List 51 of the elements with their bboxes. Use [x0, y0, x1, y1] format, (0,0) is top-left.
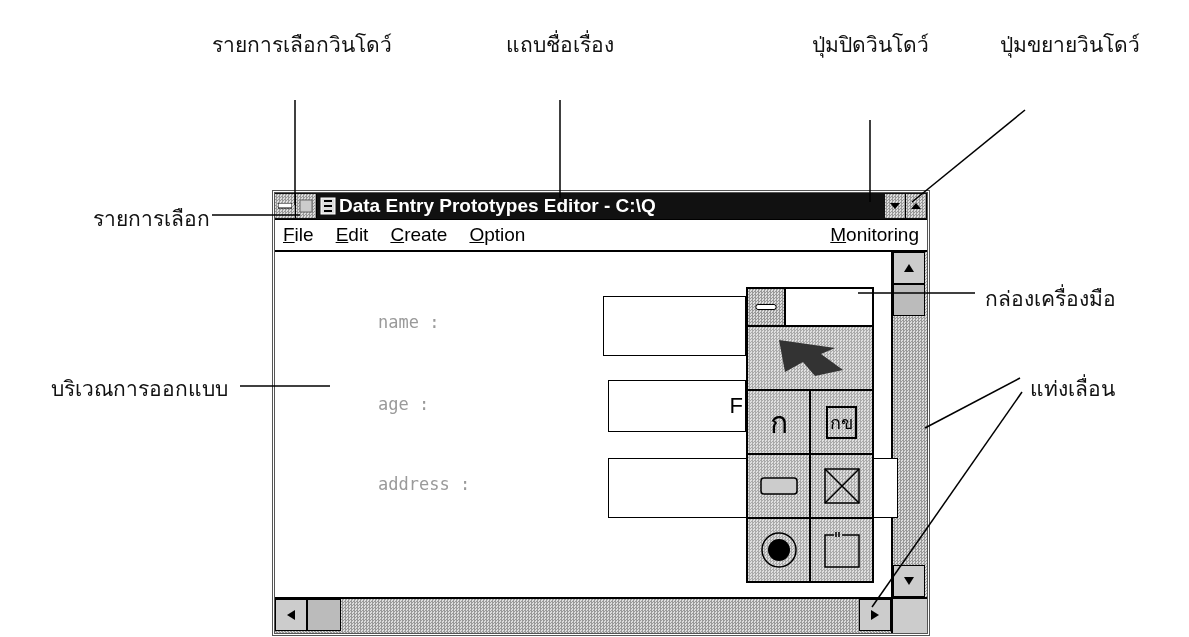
vertical-scrollbar[interactable] — [891, 252, 927, 597]
callout-label: บริเวณการออกแบบ — [50, 376, 228, 402]
left-arrow-icon — [287, 610, 295, 620]
input-field[interactable] — [603, 296, 746, 356]
callout-label: แท่งเลื่อน — [1030, 372, 1150, 405]
button-tool-icon — [758, 476, 799, 496]
down-triangle-icon — [890, 203, 900, 209]
horizontal-scrollbar[interactable] — [275, 599, 891, 633]
callout-label: กล่องเครื่องมือ — [985, 282, 1189, 315]
input-field[interactable]: F — [608, 380, 746, 432]
scroll-down-button[interactable] — [893, 565, 925, 597]
bar-icon — [278, 203, 292, 209]
square-icon — [299, 199, 313, 213]
bar-icon — [755, 304, 777, 310]
menu-item[interactable]: Monitoring — [830, 224, 919, 246]
field-label: age : — [378, 394, 430, 414]
down-arrow-icon — [904, 577, 914, 585]
window-title: Data Entry Prototypes Editor - C:\Q — [339, 195, 656, 217]
group-box-tool-icon — [821, 530, 862, 570]
tool-button[interactable]: กข — [811, 391, 872, 453]
callout-label: ปุ่มขยายวินโดว์ — [999, 32, 1141, 60]
tool-button[interactable] — [811, 455, 872, 517]
tool-button[interactable] — [748, 519, 809, 581]
callout-label: แถบชื่อเรื่อง — [470, 28, 650, 61]
field-label: name : — [378, 312, 440, 332]
radio-tool-icon — [758, 530, 799, 570]
tool-button[interactable]: ก — [748, 391, 809, 453]
minimize-button[interactable] — [885, 194, 906, 218]
checkbox-tool-icon — [821, 466, 862, 506]
field-label: address : — [378, 474, 471, 494]
menu-item[interactable]: Option — [469, 224, 526, 246]
scroll-right-button[interactable] — [859, 599, 891, 631]
tool-button[interactable] — [811, 519, 872, 581]
tool-button[interactable] — [748, 327, 872, 389]
scroll-thumb[interactable] — [307, 599, 341, 631]
tool-button[interactable] — [748, 455, 809, 517]
callout-label: ปุ่มปิดวินโดว์ — [810, 32, 930, 60]
callout-label: รายการเลือก — [92, 206, 210, 232]
maximize-button[interactable] — [906, 194, 927, 218]
scroll-thumb[interactable] — [893, 284, 925, 316]
scroll-up-button[interactable] — [893, 252, 925, 284]
scroll-left-button[interactable] — [275, 599, 307, 631]
document-icon — [320, 197, 336, 215]
menu-item[interactable]: Edit — [335, 224, 369, 246]
right-arrow-icon — [871, 610, 879, 620]
toolbox-menu-button[interactable] — [748, 289, 786, 325]
menu-item[interactable]: Create — [390, 224, 448, 246]
callout-label: รายการเลือกวินโดว์ — [211, 32, 393, 58]
menu-item[interactable]: File — [283, 224, 314, 246]
up-arrow-icon — [904, 264, 914, 272]
up-triangle-icon — [911, 203, 921, 209]
